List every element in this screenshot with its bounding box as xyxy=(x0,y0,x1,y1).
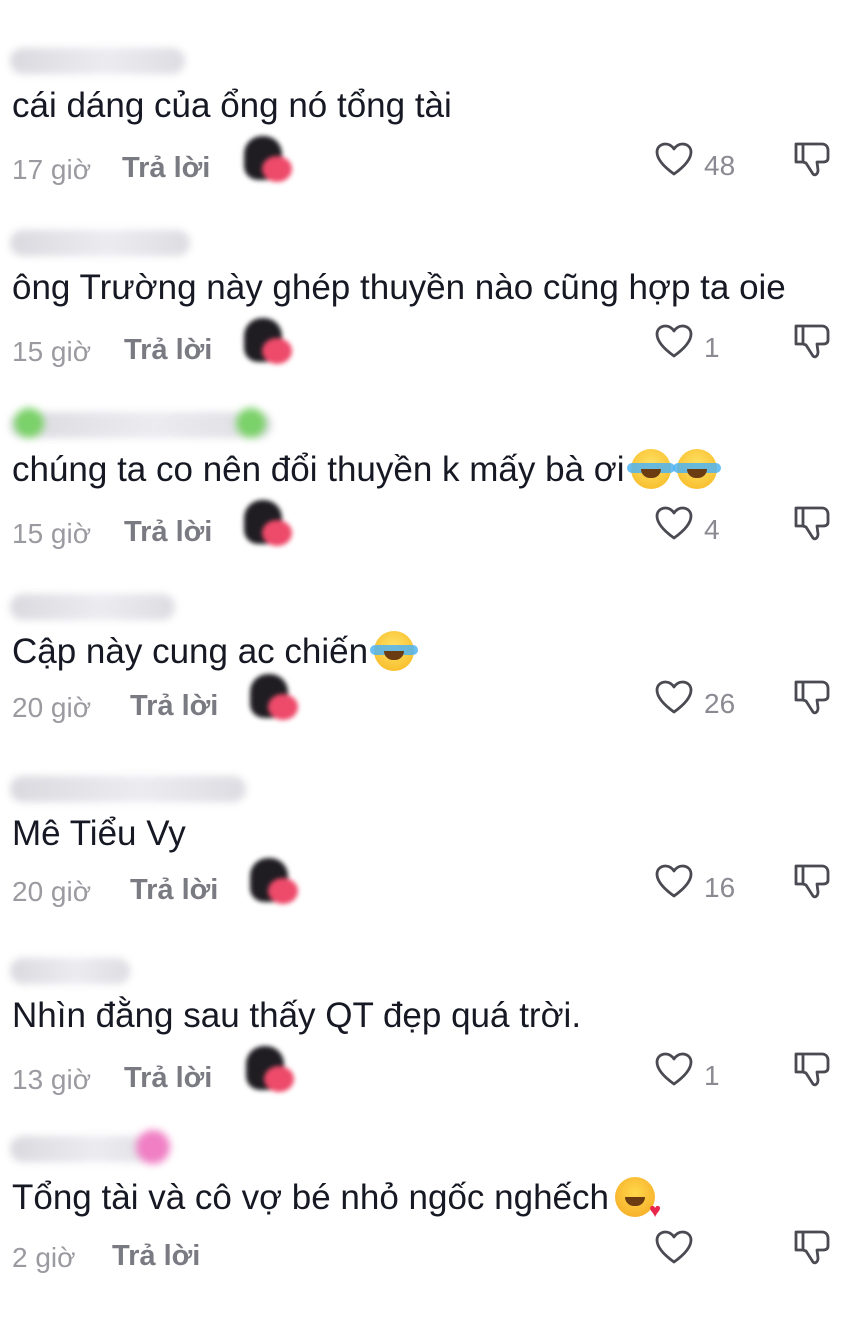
comment-time: 2 giờ xyxy=(12,1242,76,1273)
like-count: 16 xyxy=(704,872,736,903)
reply-button[interactable]: Trả lời xyxy=(124,1062,212,1095)
thumbs-down-icon[interactable] xyxy=(792,320,834,362)
comment-meta: 20 giờ Trả lời 26 xyxy=(0,674,868,730)
thumbs-down-icon[interactable] xyxy=(792,138,834,180)
avatar[interactable] xyxy=(248,858,298,908)
comment-meta: 15 giờ Trả lời 1 xyxy=(0,318,868,374)
reply-button[interactable]: Trả lời xyxy=(124,516,212,549)
thumbs-down-icon[interactable] xyxy=(792,502,834,544)
comment-item: ông Trường này ghép thuyền nào cũng hợp … xyxy=(0,230,868,412)
face-with-tears-of-joy-emoji xyxy=(626,449,675,489)
username-blurred[interactable] xyxy=(10,594,175,620)
comment-text: Nhìn đằng sau thấy QT đẹp quá trời. xyxy=(12,996,582,1035)
comment-item: Cập này cung ac chiến 20 giờ Trả lời 26 xyxy=(0,594,868,776)
comment-meta: 15 giờ Trả lời 4 xyxy=(0,500,868,556)
comment-text: Cập này cung ac chiến xyxy=(12,630,419,674)
face-with-tears-of-joy-emoji xyxy=(370,631,419,671)
comment-text: chúng ta co nên đổi thuyền k mấy bà ơi xyxy=(12,448,721,492)
comment-time: 20 giờ xyxy=(12,692,92,723)
comment-meta: 17 giờ Trả lời 48 xyxy=(0,136,868,192)
like-count: 26 xyxy=(704,688,736,719)
comment-item: Nhìn đằng sau thấy QT đẹp quá trời. 13 g… xyxy=(0,958,868,1140)
comment-item: Tổng tài và cô vợ bé nhỏ ngốc nghếch 2 g… xyxy=(0,1130,868,1318)
thumbs-down-icon[interactable] xyxy=(792,1226,834,1268)
comment-text: cái dáng của ổng nó tổng tài xyxy=(12,86,452,125)
face-with-tears-of-joy-emoji xyxy=(672,449,721,489)
comment-time: 15 giờ xyxy=(12,336,92,367)
heart-icon[interactable] xyxy=(654,140,694,180)
comment-item: Mê Tiểu Vy 20 giờ Trả lời 16 xyxy=(0,776,868,958)
smiling-face-with-hearts-emoji xyxy=(614,1177,661,1221)
heart-icon[interactable] xyxy=(654,1050,694,1090)
heart-icon[interactable] xyxy=(654,504,694,544)
username-blurred[interactable] xyxy=(10,48,185,74)
avatar[interactable] xyxy=(248,674,298,724)
heart-icon[interactable] xyxy=(654,678,694,718)
username-blurred[interactable] xyxy=(10,776,246,802)
comment-item: cái dáng của ổng nó tổng tài 17 giờ Trả … xyxy=(0,48,868,230)
like-count: 1 xyxy=(704,1060,720,1091)
reply-button[interactable]: Trả lời xyxy=(124,334,212,367)
comment-text: Tổng tài và cô vợ bé nhỏ ngốc nghếch xyxy=(12,1176,661,1221)
reply-button[interactable]: Trả lời xyxy=(130,690,218,723)
thumbs-down-icon[interactable] xyxy=(792,1048,834,1090)
username-blurred[interactable] xyxy=(10,408,272,438)
comment-item: chúng ta co nên đổi thuyền k mấy bà ơi 1… xyxy=(0,408,868,594)
like-count: 4 xyxy=(704,514,720,545)
like-count: 48 xyxy=(704,150,736,181)
comment-meta: 2 giờ Trả lời xyxy=(0,1230,868,1280)
thumbs-down-icon[interactable] xyxy=(792,676,834,718)
comment-text: Mê Tiểu Vy xyxy=(12,814,186,853)
heart-icon[interactable] xyxy=(654,1228,694,1268)
reply-button[interactable]: Trả lời xyxy=(122,152,210,185)
heart-icon[interactable] xyxy=(654,322,694,362)
username-blurred[interactable] xyxy=(10,230,190,256)
username-blurred[interactable] xyxy=(10,1130,170,1164)
like-count: 1 xyxy=(704,332,720,363)
comment-time: 17 giờ xyxy=(12,154,92,185)
comment-meta: 13 giờ Trả lời 1 xyxy=(0,1046,868,1102)
comment-time: 20 giờ xyxy=(12,876,92,907)
comment-time: 15 giờ xyxy=(12,518,92,549)
reply-button[interactable]: Trả lời xyxy=(112,1240,200,1273)
avatar[interactable] xyxy=(242,318,292,368)
comment-meta: 20 giờ Trả lời 16 xyxy=(0,858,868,914)
reply-button[interactable]: Trả lời xyxy=(130,874,218,907)
comment-text: ông Trường này ghép thuyền nào cũng hợp … xyxy=(12,268,786,307)
heart-icon[interactable] xyxy=(654,862,694,902)
avatar[interactable] xyxy=(242,136,292,186)
username-blurred[interactable] xyxy=(10,958,130,984)
thumbs-down-icon[interactable] xyxy=(792,860,834,902)
avatar[interactable] xyxy=(244,1046,294,1096)
avatar[interactable] xyxy=(242,500,292,550)
comment-time: 13 giờ xyxy=(12,1064,92,1095)
